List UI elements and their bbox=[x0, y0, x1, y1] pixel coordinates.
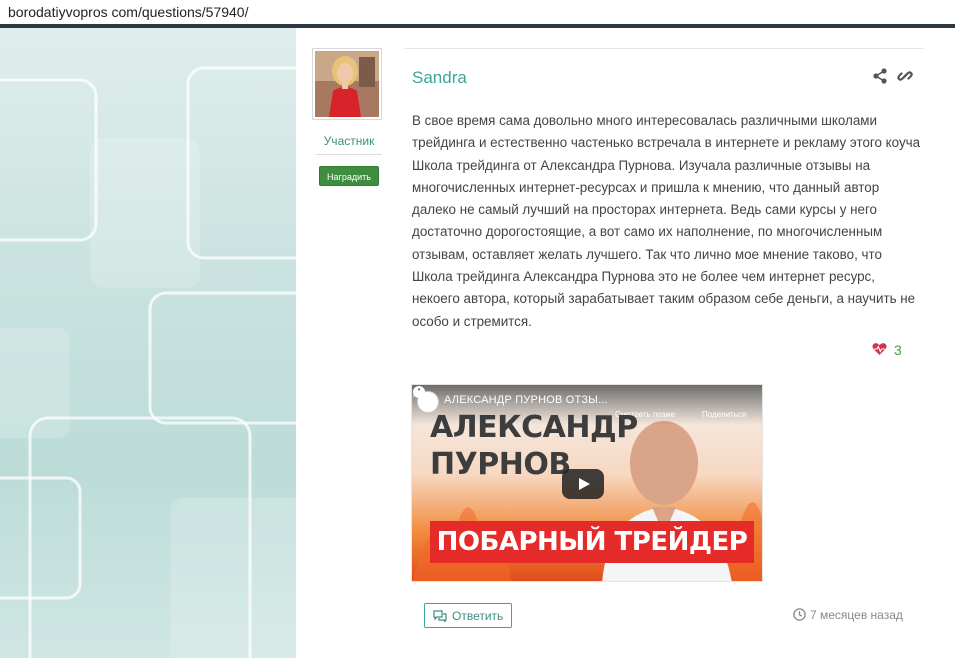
video-title[interactable]: АЛЕКСАНДР ПУРНОВ ОТЗЫ... bbox=[444, 394, 608, 406]
reply-button[interactable]: Ответить bbox=[424, 603, 512, 628]
video-headline: АЛЕКСАНДР bbox=[430, 410, 638, 445]
user-role: Участник bbox=[323, 134, 375, 148]
decorative-background bbox=[0, 28, 296, 658]
url-text[interactable]: borodatiyvopros com/questions/57940/ bbox=[8, 4, 248, 20]
video-banner: ПОБАРНЫЙ ТРЕЙДЕР bbox=[430, 521, 754, 563]
share-icon[interactable] bbox=[872, 68, 888, 84]
url-value: borodatiyvopros com/questions/57940/ bbox=[8, 4, 249, 20]
answer-text: В свое время сама довольно много интерес… bbox=[412, 113, 921, 329]
divider bbox=[316, 154, 382, 155]
link-icon[interactable] bbox=[897, 68, 913, 84]
author-name[interactable]: Sandra bbox=[412, 68, 467, 88]
video-share-icon[interactable] bbox=[412, 385, 426, 399]
video-share-label[interactable]: Поделиться bbox=[702, 410, 746, 419]
divider bbox=[404, 48, 924, 49]
address-bar[interactable]: borodatiyvopros com/questions/57940/ bbox=[0, 0, 955, 26]
reply-label: Ответить bbox=[452, 609, 504, 623]
play-button[interactable] bbox=[562, 469, 604, 499]
video-headline: ПУРНОВ bbox=[430, 447, 571, 482]
heart-icon[interactable] bbox=[872, 342, 887, 356]
like-count: 3 bbox=[894, 342, 902, 358]
time-label: 7 месяцев назад bbox=[810, 608, 903, 622]
video-embed[interactable]: АЛЕКСАНДР ПУРНОВ ОТЗЫ... Смотреть позже … bbox=[411, 384, 763, 582]
reward-button[interactable]: Наградить bbox=[319, 166, 379, 186]
chat-icon bbox=[433, 610, 447, 622]
answer-card: Участник Наградить Sandra В свое время с… bbox=[296, 28, 955, 658]
clock-icon bbox=[793, 608, 806, 621]
avatar[interactable] bbox=[312, 48, 382, 120]
video-banner-text: ПОБАРНЫЙ ТРЕЙДЕР bbox=[436, 527, 748, 557]
